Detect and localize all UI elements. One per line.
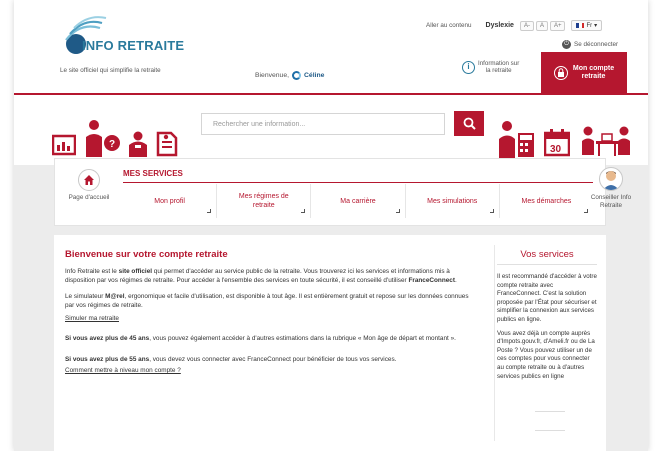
services-tabs: Mon profil Mes régimes de retraite Ma ca… (123, 184, 593, 218)
lock-icon (553, 65, 568, 80)
tagline: Le site officiel qui simplifie la retrai… (60, 67, 161, 74)
search-icon (463, 117, 476, 130)
french-flag-icon (576, 23, 585, 28)
pictogram-band: ? Rechercher une information... 30 (14, 95, 648, 165)
over-55-paragraph: Si vous avez plus de 55 ans, vous devez … (65, 356, 397, 363)
font-increase-button[interactable]: A+ (549, 20, 566, 31)
column-divider (494, 245, 495, 441)
services-menu: Page d'accueil MES SERVICES Mon profil M… (54, 158, 631, 226)
side-title: Vos services (520, 249, 574, 260)
tab-mes-regimes[interactable]: Mes régimes de retraite (217, 184, 312, 218)
page-title: Bienvenue sur votre compte retraite (65, 249, 228, 260)
accessibility-bar: Aller au contenu Dyslexie A- A A+ Fr ▾ (426, 20, 603, 31)
page: INFO RETRAITE Le site officiel qui simpl… (14, 0, 648, 451)
font-reset-button[interactable]: A (535, 20, 548, 31)
logout-link[interactable]: ⏻ Se déconnecter (562, 40, 618, 49)
home-link[interactable]: Page d'accueil (61, 169, 117, 201)
skip-to-content-link[interactable]: Aller au contenu (426, 22, 472, 29)
content-panel: Bienvenue sur votre compte retraite Info… (54, 235, 606, 451)
chevron-down-icon: ▾ (594, 23, 598, 29)
services-rule (123, 182, 593, 183)
search-button[interactable] (454, 111, 484, 136)
corner-arrow-icon (395, 209, 400, 213)
svg-text:30: 30 (550, 144, 562, 155)
pictogram-calendar-icon: 30 (544, 129, 570, 157)
simulator-paragraph: Le simulateur M@rel, ergonomique et faci… (65, 293, 469, 309)
main-column: Bienvenue sur votre compte retraite Info… (65, 249, 476, 374)
welcome-label: Bienvenue, (255, 72, 290, 79)
home-icon (78, 169, 100, 191)
logout-label: Se déconnecter (574, 41, 619, 48)
language-value: Fr (586, 22, 593, 29)
advisor-label: Conseiller Info Retraite (590, 194, 632, 209)
tab-mes-demarches[interactable]: Mes démarches (500, 184, 593, 218)
welcome-message: Bienvenue, Céline (255, 71, 324, 80)
pictogram-calculator-icon (499, 121, 534, 159)
side-paragraph-1: Il est recommandé d'accéder à votre comp… (497, 273, 597, 323)
pictogram-person-question-icon: ? (86, 120, 120, 157)
advisor-link[interactable]: Conseiller Info Retraite (583, 167, 639, 210)
info-icon: i (462, 60, 475, 74)
pictogram-office-icon (582, 126, 630, 156)
dyslexia-toggle[interactable]: Dyslexie (486, 22, 514, 29)
tab-mes-simulations[interactable]: Mes simulations (406, 184, 500, 218)
site-header: INFO RETRAITE Le site officiel qui simpl… (14, 0, 648, 93)
logo-text[interactable]: INFO RETRAITE (82, 38, 184, 53)
pictogram-people-icon (129, 131, 147, 157)
upgrade-account-link[interactable]: Comment mettre à niveau mon compte ? (65, 367, 181, 374)
services-title: MES SERVICES (123, 169, 183, 178)
intro-paragraph: Info Retraite est le site officiel qui p… (65, 268, 457, 284)
my-account-label: Mon compte retraite (572, 64, 615, 80)
tab-mon-profil[interactable]: Mon profil (123, 184, 218, 218)
corner-arrow-icon (207, 209, 212, 213)
info-retraite-link[interactable]: i Information sur la retraite (462, 60, 519, 74)
pictogram-document-icon (156, 131, 178, 157)
user-name: Céline (304, 72, 325, 79)
language-select[interactable]: Fr ▾ (571, 20, 603, 31)
info-label: Information sur la retraite (478, 60, 520, 74)
side-title-rule (497, 264, 597, 265)
corner-arrow-icon (489, 209, 494, 213)
pictogram-chart-icon (52, 134, 76, 156)
side-rule (535, 411, 565, 413)
my-account-button[interactable]: Mon compte retraite (541, 52, 627, 93)
tab-ma-carriere[interactable]: Ma carrière (311, 184, 406, 218)
advisor-avatar (599, 167, 623, 191)
power-icon: ⏻ (562, 40, 571, 49)
search-input[interactable]: Rechercher une information... (201, 113, 445, 135)
home-label: Page d'accueil (68, 194, 110, 201)
side-rule (535, 430, 565, 432)
font-decrease-button[interactable]: A- (519, 20, 534, 31)
user-ring-icon (292, 71, 302, 80)
svg-text:?: ? (109, 139, 115, 150)
simulate-link[interactable]: Simuler ma retraite (65, 315, 119, 322)
side-paragraph-2: Vous avez déjà un compte auprès d'Impots… (497, 329, 595, 380)
over-45-paragraph: Si vous avez plus de 45 ans, vous pouvez… (65, 335, 456, 342)
side-column: Vos services Il est recommandé d'accéder… (497, 249, 597, 432)
corner-arrow-icon (301, 209, 306, 213)
